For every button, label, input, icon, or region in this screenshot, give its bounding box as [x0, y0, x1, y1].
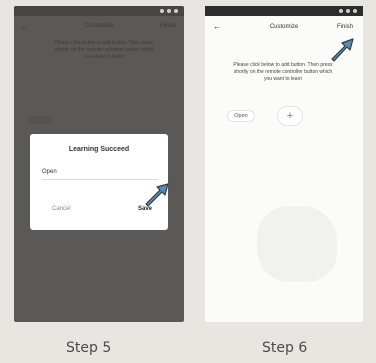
pointer-arrow-icon: [145, 183, 169, 207]
cancel-button[interactable]: Cancel: [52, 206, 71, 212]
manual-page: ← Customize Finish Please click below to…: [0, 0, 376, 363]
wifi-icon: [167, 9, 171, 13]
wifi-icon: [346, 9, 350, 13]
finish-button[interactable]: Finish: [160, 23, 176, 29]
dimmed-button: [28, 116, 54, 124]
dialog-title: Learning Succeed: [68, 146, 130, 153]
status-bar: [205, 6, 363, 16]
button-name-field[interactable]: Open: [42, 168, 158, 180]
instruction-text: Please click below to add button. Then p…: [233, 62, 333, 82]
page-title: Customize: [84, 23, 114, 29]
battery-icon: [353, 9, 357, 13]
step5-caption: Step 5: [66, 340, 112, 356]
phone-screen-step6: ← Customize Finish Please click below to…: [205, 6, 363, 322]
step6-caption: Step 6: [262, 340, 308, 356]
phone-screen-step5: ← Customize Finish Please click below to…: [14, 6, 184, 322]
print-through-blob: [257, 206, 337, 282]
learning-dialog: Learning Succeed Open Cancel Save: [30, 134, 169, 230]
pointer-arrow-icon: [331, 38, 354, 62]
button-name-value: Open: [42, 169, 57, 175]
add-button[interactable]: +: [277, 106, 303, 126]
signal-icon: [160, 9, 164, 13]
instruction-text: Please click below to add button. Then p…: [54, 40, 154, 60]
finish-button[interactable]: Finish: [337, 24, 353, 30]
status-bar: [14, 6, 184, 16]
open-button[interactable]: Open: [227, 110, 255, 122]
battery-icon: [174, 9, 178, 13]
signal-icon: [339, 9, 343, 13]
app-header: ← Customize Finish: [14, 20, 184, 34]
app-header: ← Customize Finish: [205, 20, 363, 36]
